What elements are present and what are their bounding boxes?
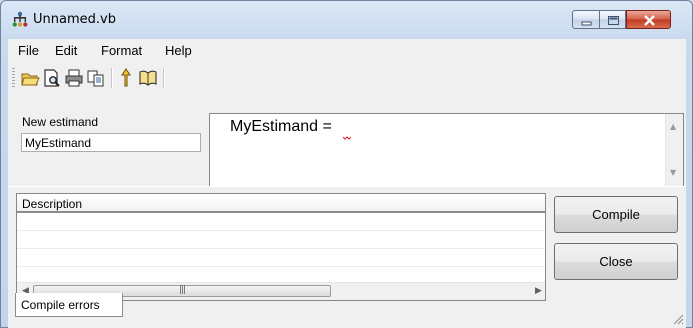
pointer-icon[interactable]: [116, 67, 136, 89]
open-folder-icon[interactable]: [20, 67, 40, 89]
copy-icon[interactable]: [86, 67, 106, 89]
title-bar[interactable]: Unnamed.vb: [1, 1, 692, 39]
print-icon[interactable]: [64, 67, 84, 89]
scroll-right-icon[interactable]: ▶: [535, 286, 542, 296]
description-header-label: Description: [22, 197, 83, 211]
minimize-icon: [581, 21, 592, 26]
toolbar: [8, 64, 686, 92]
editor-vertical-scrollbar[interactable]: ▲ ▼: [665, 114, 683, 186]
close-icon: [644, 15, 655, 26]
client-area: File Edit Format Help New estimand MyEst…: [8, 39, 686, 328]
list-row[interactable]: [17, 248, 545, 249]
resize-grip-icon[interactable]: [672, 313, 684, 325]
menu-bar: File Edit Format Help: [8, 39, 686, 63]
print-preview-icon[interactable]: [42, 67, 62, 89]
tab-compile-errors[interactable]: Compile errors: [15, 293, 123, 317]
menu-help[interactable]: Help: [165, 43, 192, 58]
compile-button[interactable]: Compile: [554, 196, 678, 233]
menu-file[interactable]: File: [18, 43, 39, 58]
thumb-grip-icon: |||: [179, 285, 186, 295]
window-title: Unnamed.vb: [33, 12, 116, 27]
list-row[interactable]: [17, 266, 545, 267]
close-button[interactable]: Close: [554, 243, 678, 280]
new-estimand-label: New estimand: [22, 115, 99, 129]
application-window: Unnamed.vb File Edit Format Help New est…: [0, 0, 693, 328]
maximize-icon: [608, 16, 619, 25]
list-row[interactable]: [17, 230, 545, 231]
close-window-button[interactable]: [626, 10, 671, 29]
help-book-icon[interactable]: [138, 67, 158, 89]
menu-edit[interactable]: Edit: [55, 43, 77, 58]
app-network-icon: [12, 11, 28, 27]
scroll-down-icon[interactable]: ▼: [670, 168, 676, 177]
estimand-name-input[interactable]: [21, 133, 201, 152]
scroll-up-icon[interactable]: ▲: [670, 122, 676, 131]
maximize-button[interactable]: [599, 10, 626, 29]
toolbar-grip[interactable]: [12, 68, 15, 88]
menu-format[interactable]: Format: [101, 43, 142, 58]
toolbar-separator: [163, 68, 165, 88]
description-column-header[interactable]: Description: [17, 194, 545, 213]
expression-text[interactable]: MyEstimand =: [230, 118, 332, 136]
toolbar-separator: [111, 68, 113, 88]
minimize-button[interactable]: [572, 10, 600, 29]
expression-editor[interactable]: MyEstimand = ▲ ▼: [209, 113, 684, 187]
compile-errors-list[interactable]: Description ◀ ||| ▶: [16, 193, 546, 301]
error-squiggle: [343, 136, 351, 140]
